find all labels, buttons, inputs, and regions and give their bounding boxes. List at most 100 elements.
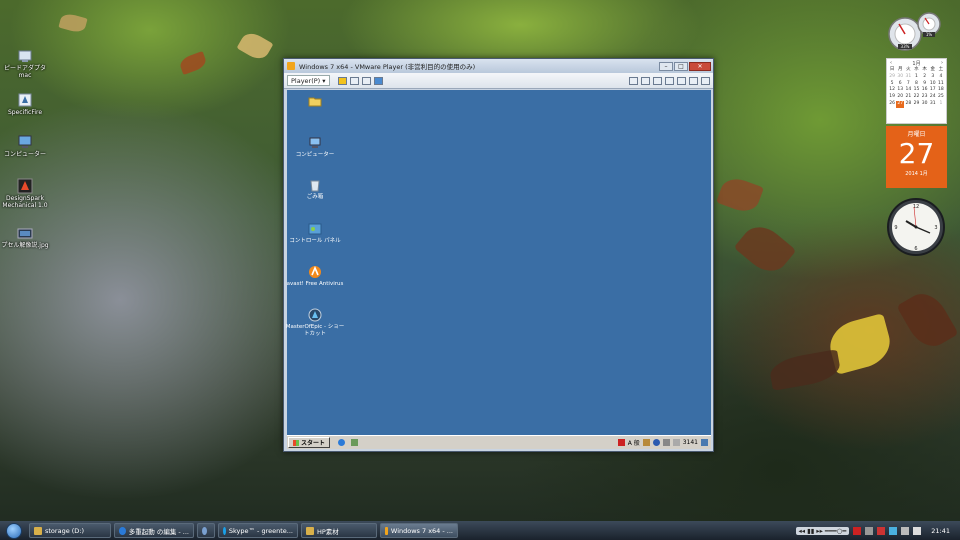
calendar-date[interactable]: 21 [904, 94, 912, 101]
taskbar-item-label: Windows 7 x64 - ... [390, 526, 453, 535]
skype-icon [223, 526, 226, 535]
guest-icon-computer[interactable]: コンピューター [285, 136, 345, 159]
calendar-date[interactable]: 29 [912, 101, 920, 108]
calendar-date[interactable]: 19 [888, 94, 896, 101]
calendar-date[interactable]: 31 [929, 101, 937, 108]
calendar-month-header: 1月 [912, 61, 921, 67]
calendar-date[interactable]: 23 [921, 94, 929, 101]
quick-launch-desktop-icon[interactable] [351, 439, 359, 446]
desktop-icon-image-file[interactable]: プセル解像説.jpg [0, 225, 55, 250]
calendar-date[interactable]: 2 [921, 74, 929, 81]
taskbar-item[interactable]: Windows 7 x64 - ... [380, 523, 458, 538]
guest-icon-avast[interactable]: avast! Free Antivirus [285, 265, 345, 288]
memory-meter-label: 1% [926, 32, 933, 37]
device-usb-icon[interactable] [653, 76, 662, 85]
guest-icon-recycle-bin[interactable]: ごみ箱 [285, 178, 345, 201]
guest-ime-indicator[interactable]: A 般 [628, 438, 640, 447]
windows-logo-icon [293, 439, 299, 446]
calendar-date[interactable]: 3 [929, 74, 937, 81]
taskbar-item[interactable] [197, 523, 215, 538]
desktop-icon-specificfire[interactable]: SpecificFire [0, 92, 55, 117]
avast-icon [309, 265, 321, 278]
calendar-weekday-header: 水 [914, 67, 919, 72]
calendar-year-month: 2014 1月 [905, 171, 928, 177]
tray-volume-icon[interactable] [672, 439, 680, 446]
taskbar-item[interactable]: storage (D:) [29, 523, 111, 538]
calendar-date[interactable]: 4 [937, 74, 945, 81]
calendar-date[interactable]: 28 [904, 101, 912, 108]
tray-help-icon[interactable] [652, 439, 660, 446]
guest-icon-folder[interactable] [285, 94, 345, 110]
calendar-date[interactable]: 29 [888, 74, 896, 81]
calendar-weekday-header: 日 [889, 67, 895, 72]
tray-icon[interactable] [889, 526, 898, 535]
calendar-prev-icon[interactable]: ‹ [890, 60, 892, 67]
calendar-date[interactable]: 31 [904, 74, 912, 81]
calendar-date[interactable]: 30 [921, 101, 929, 108]
send-ctrl-alt-del-icon[interactable] [349, 76, 359, 85]
calendar-gadget[interactable]: ‹ 1月 › 日月火水木金土 29 30 31 1 2 3 4 5 6 7 8 9 10 11 12 13 14 15 1… [886, 58, 947, 190]
taskbar-clock[interactable]: 21:41 [931, 527, 950, 535]
folder-icon [306, 526, 314, 535]
maximize-button[interactable]: □ [674, 61, 688, 71]
desktop-icon-computer[interactable]: コンピューター [0, 134, 55, 159]
calendar-next-icon[interactable]: › [941, 60, 943, 67]
guest-taskbar: スタート A 般 3141 [287, 435, 711, 449]
taskbar-item[interactable]: HP素材 [301, 523, 377, 538]
calendar-weekday-header: 金 [930, 67, 936, 72]
calendar-date[interactable]: 24 [929, 94, 937, 101]
calendar-date[interactable]: 1 [912, 74, 920, 81]
device-sound-icon[interactable] [677, 76, 686, 85]
calendar-date[interactable]: 27 [896, 100, 905, 108]
desktop-icon-label: DesignSpark Mechanical 1.0 [2, 195, 48, 209]
device-printer-icon[interactable] [665, 76, 674, 85]
tray-icon[interactable] [853, 526, 862, 535]
calendar-date[interactable]: 25 [937, 94, 945, 101]
tray-icon[interactable] [865, 526, 874, 535]
app-icon [202, 526, 207, 535]
start-orb-button[interactable] [6, 522, 22, 539]
calendar-date[interactable]: 20 [896, 94, 904, 101]
calendar-weekday-header: 月 [897, 67, 903, 72]
taskbar-item[interactable]: 多重起動 の編集 - ... [114, 523, 194, 538]
desktop-icon-network-adapter[interactable]: ピードアダプタ mac [0, 48, 55, 80]
quick-launch-ie-icon[interactable] [338, 439, 346, 446]
guest-icon-masterofepic[interactable]: MasterOfEpic - ショートカット [285, 308, 345, 337]
calendar-date[interactable]: 1 [937, 101, 945, 108]
taskbar-item-label: Skype™ - greente... [228, 526, 293, 535]
tray-network-icon[interactable] [662, 439, 670, 446]
full-screen-icon[interactable] [373, 76, 383, 85]
tray-tool-icon[interactable] [642, 439, 650, 446]
taskbar-item[interactable]: Skype™ - greente... [218, 523, 298, 538]
cpu-meter-gadget: 33% 1% [888, 12, 941, 51]
device-cd-icon[interactable] [641, 76, 650, 85]
tray-desktop-icon[interactable] [701, 439, 708, 446]
network-adapter-icon [18, 50, 32, 62]
desktop-icon-designspark[interactable]: DesignSpark Mechanical 1.0 [0, 178, 55, 210]
device-storage-icon[interactable] [701, 76, 710, 85]
tray-icon[interactable] [913, 526, 922, 535]
player-menu-button[interactable]: Player(P) ▾ [287, 75, 330, 86]
leaf-decor [178, 51, 208, 75]
leaf-decor [236, 28, 274, 64]
guest-icon-label: ごみ箱 [306, 194, 324, 200]
guest-icon-control-panel[interactable]: コントロール パネル [285, 222, 345, 245]
calendar-date[interactable]: 26 [888, 101, 896, 108]
media-controls[interactable]: ◂◂ ▮▮ ▸▸ ━━━○━ [795, 526, 850, 535]
calendar-date[interactable]: 22 [912, 94, 920, 101]
device-display-icon[interactable] [689, 76, 698, 85]
calendar-date[interactable]: 30 [896, 74, 904, 81]
window-title-bar[interactable]: Windows 7 x64 - VMware Player (非営利目的の使用の… [284, 59, 713, 73]
control-panel-icon [308, 223, 322, 235]
fit-guest-icon[interactable] [361, 76, 371, 85]
guest-start-button[interactable]: スタート [288, 437, 331, 448]
tray-icon[interactable] [877, 526, 886, 535]
vmware-player-window[interactable]: Windows 7 x64 - VMware Player (非営利目的の使用の… [283, 58, 714, 452]
close-button[interactable]: ✕ [689, 61, 711, 71]
tray-icon[interactable] [901, 526, 910, 535]
minimize-button[interactable]: – [659, 61, 673, 71]
pause-icon[interactable] [337, 76, 347, 85]
device-network-icon[interactable] [629, 76, 638, 85]
tray-app-icon[interactable] [617, 439, 625, 446]
guest-desktop[interactable]: コンピューター ごみ箱 コントロール パネル avast! Free Antiv… [285, 90, 711, 437]
